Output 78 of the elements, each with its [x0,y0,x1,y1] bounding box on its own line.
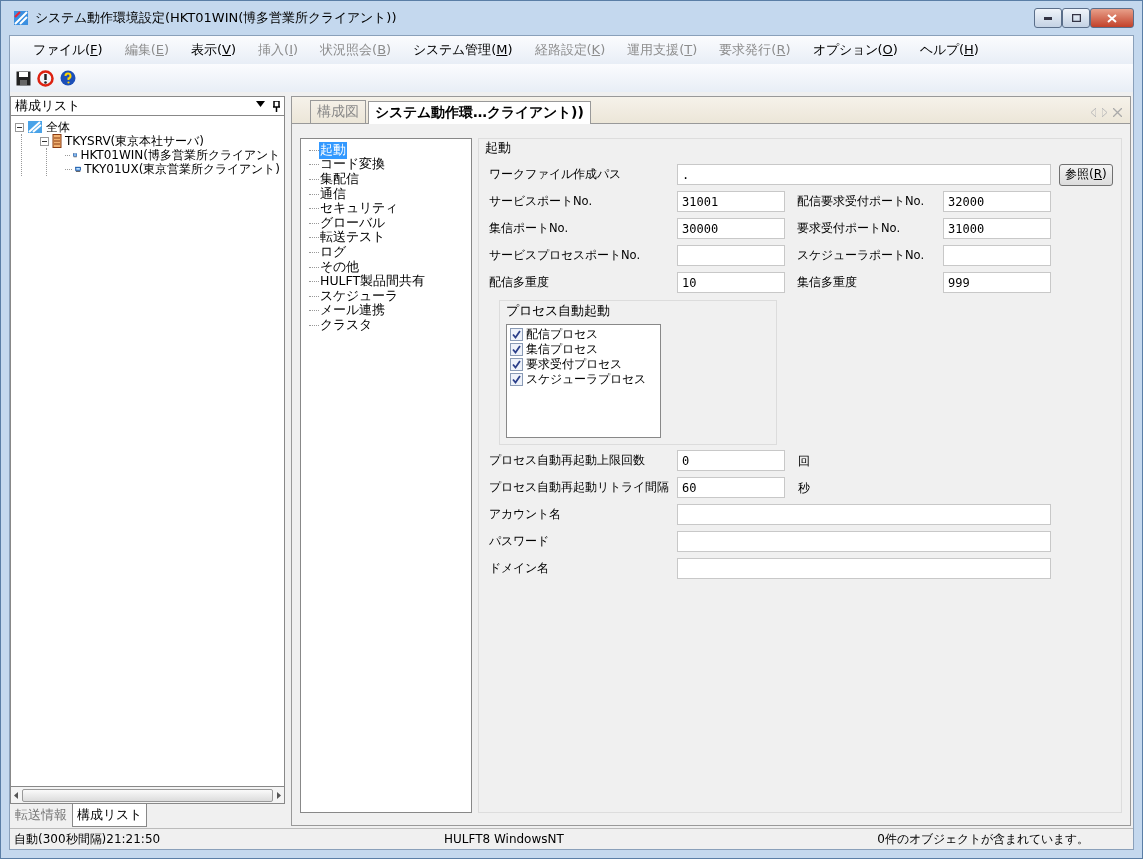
field-label: スケジューラポートNo. [796,248,926,263]
input-field[interactable]: 31001 [677,191,785,212]
dropdown-icon[interactable] [256,100,265,107]
collapse-icon[interactable] [15,122,24,132]
checkbox[interactable] [510,373,523,386]
document-tab[interactable]: システム動作環…クライアント)) [368,101,591,124]
input-field[interactable] [677,245,785,266]
collapse-icon[interactable] [40,136,49,146]
section-title: 起動 [485,139,512,157]
maximize-icon [1071,14,1081,22]
field-label: 集信多重度 [796,275,858,290]
tree-item[interactable]: その他 [319,258,360,276]
scroll-left-icon[interactable] [14,791,18,799]
input-field[interactable] [677,504,1051,525]
menu-item[interactable]: システム管理(M) [402,41,524,59]
menu-item[interactable]: 表示(V) [180,41,248,59]
menu-item[interactable]: ファイル(F) [22,41,114,59]
menu-item[interactable]: オプション(O) [801,41,909,59]
input-field[interactable]: 32000 [943,191,1051,212]
maximize-button[interactable] [1062,8,1090,28]
pane-tab[interactable]: 転送情報 [10,804,72,827]
menu-item[interactable]: ヘルプ(H) [908,41,990,59]
input-field[interactable]: 0 [677,450,785,471]
group-title: プロセス自動起動 [506,303,611,320]
checkbox-label: 配信プロセス [526,327,598,342]
checkbox[interactable] [510,343,523,356]
minimize-icon [1044,16,1052,20]
input-field[interactable] [677,531,1051,552]
field-label: サービスポートNo. [488,194,594,209]
server-icon [52,134,62,148]
input-field[interactable] [677,558,1051,579]
field-label: 配信多重度 [488,275,550,290]
close-icon [1107,13,1117,23]
checkbox[interactable] [510,358,523,371]
input-field[interactable] [943,245,1051,266]
checkbox-label: スケジューラプロセス [526,372,646,387]
field-label: プロセス自動再起動リトライ間隔 [488,480,670,495]
unit-label: 秒 [797,479,811,497]
close-button[interactable] [1090,8,1134,28]
field-label: サービスプロセスポートNo. [488,248,642,263]
scrollbar[interactable] [10,787,285,804]
status-text: 自動(300秒間隔)21:21:50 [14,830,162,848]
pin-icon[interactable] [273,100,280,112]
window-title: システム動作環境設定(HKT01WIN(博多営業所クライアント)) [35,9,398,27]
network-icon [27,120,43,134]
input-field[interactable]: 60 [677,477,785,498]
save-icon[interactable] [16,70,31,86]
unit-label: 回 [797,452,811,470]
alert-icon[interactable] [37,69,54,87]
input-field[interactable]: 10 [677,272,785,293]
help-icon[interactable] [60,70,76,86]
field-label: 要求受付ポートNo. [796,221,902,236]
tree-item[interactable]: HULFT製品間共有 [319,273,427,291]
scroll-right-icon[interactable] [277,791,281,799]
field-label: ワークファイル作成パス [488,167,622,182]
checkbox-label: 要求受付プロセス [526,357,622,372]
pane-tab[interactable]: 構成リスト [72,804,147,827]
input-field[interactable]: 30000 [677,218,785,239]
field-label: プロセス自動再起動上限回数 [488,453,646,468]
tree-item[interactable]: 集配信 [319,171,360,188]
pane-title: 構成リスト [15,97,80,115]
input-field[interactable]: 31000 [943,218,1051,239]
field-label: パスワード [488,534,550,549]
tree-item[interactable]: セキュリティ [319,200,399,218]
field-label: ドメイン名 [488,561,550,576]
checkbox-label: 集信プロセス [526,342,598,357]
app-icon [13,10,29,26]
tree-item[interactable]: 通信 [319,185,347,203]
status-text: HULFT8 WindowsNT [444,832,565,846]
browse-button[interactable]: 参照(R) [1059,163,1113,186]
input-field[interactable]: . [677,164,1051,185]
checkbox[interactable] [510,328,523,341]
field-label: 集信ポートNo. [488,221,570,236]
field-label: アカウント名 [488,507,562,522]
minimize-button[interactable] [1034,8,1062,28]
input-field[interactable]: 999 [943,272,1051,293]
field-label: 配信要求受付ポートNo. [796,194,926,209]
status-text: 0件のオブジェクトが含まれています。 [877,830,1089,848]
